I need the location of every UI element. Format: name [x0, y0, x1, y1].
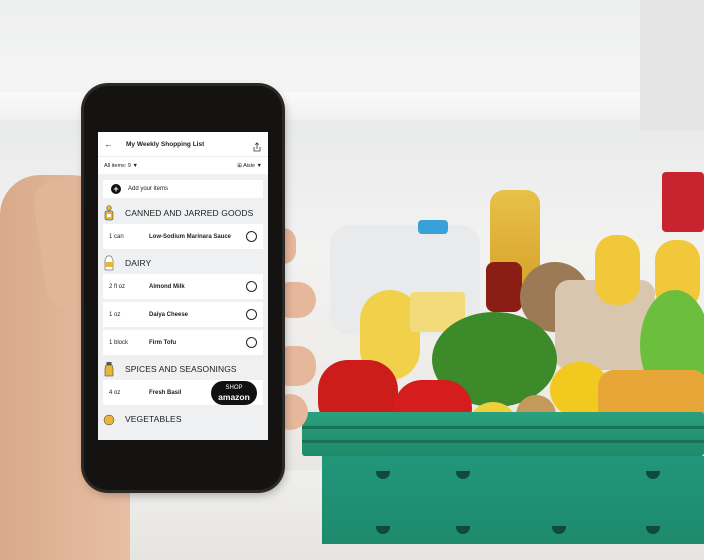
sort-label: Aisle: [243, 162, 256, 169]
page-title: My Weekly Shopping List: [126, 140, 205, 148]
share-icon[interactable]: [252, 139, 262, 152]
add-items-button[interactable]: + Add your items: [103, 180, 263, 198]
item-name: Daiya Cheese: [149, 311, 189, 318]
background-cabinet: [640, 0, 704, 130]
category-header: CANNED AND JARRED GOODS: [98, 202, 268, 224]
list-item[interactable]: 1 can Low-Sodium Marinara Sauce: [103, 224, 263, 249]
category-label: SPICES AND SEASONINGS: [125, 364, 237, 374]
milk-carton-icon: [103, 255, 115, 271]
item-quantity: 1 oz: [109, 311, 121, 318]
vegetables-icon: [103, 411, 115, 427]
category-label: DAIRY: [125, 258, 152, 268]
app-screen: ← My Weekly Shopping List All items: 9 ▼…: [98, 132, 268, 440]
caret-down-icon: ▼: [256, 162, 262, 169]
arrow-left-icon[interactable]: ←: [104, 139, 122, 149]
jar-icon: [103, 205, 115, 221]
item-name: Low-Sodium Marinara Sauce: [149, 233, 232, 240]
add-items-label: Add your items: [128, 186, 169, 192]
item-checkbox[interactable]: [246, 231, 257, 242]
grid-icon: ⊞: [237, 162, 242, 169]
category-header: VEGETABLES: [98, 408, 268, 430]
item-name: Firm Tofu: [149, 339, 177, 346]
list-item[interactable]: 2 fl oz Almond Milk: [103, 274, 263, 299]
category-label: VEGETABLES: [125, 414, 182, 424]
spice-shaker-icon: [103, 361, 115, 377]
item-quantity: 4 oz: [109, 389, 121, 396]
app-header: ← My Weekly Shopping List: [98, 132, 268, 156]
filter-bar: All items: 9 ▼ ⊞ Aisle ▼: [98, 156, 268, 174]
amazon-logo: amazon: [218, 391, 250, 402]
shop-amazon-button[interactable]: SHOP amazon: [211, 380, 257, 405]
item-checkbox[interactable]: [246, 337, 257, 348]
category-header: SPICES AND SEASONINGS: [98, 358, 268, 380]
item-checkbox[interactable]: [246, 309, 257, 320]
list-item[interactable]: 4 oz Fresh Basil SHOP amazon: [103, 380, 263, 405]
category-header: DAIRY: [98, 252, 268, 274]
all-items-label: All items: 9: [104, 162, 131, 169]
category-label: CANNED AND JARRED GOODS: [125, 208, 254, 218]
item-quantity: 2 fl oz: [109, 283, 126, 290]
plus-circle-icon: +: [111, 184, 121, 194]
all-items-filter[interactable]: All items: 9 ▼: [104, 163, 138, 169]
sort-dropdown[interactable]: ⊞ Aisle ▼: [237, 163, 262, 169]
list-item[interactable]: 1 oz Daiya Cheese: [103, 302, 263, 327]
item-quantity: 1 block: [109, 339, 129, 346]
item-quantity: 1 can: [109, 233, 124, 240]
item-name: Almond Milk: [149, 283, 185, 290]
item-checkbox[interactable]: [246, 281, 257, 292]
green-crate: [302, 412, 704, 547]
list-item[interactable]: 1 block Firm Tofu: [103, 330, 263, 355]
caret-down-icon: ▼: [132, 162, 138, 169]
